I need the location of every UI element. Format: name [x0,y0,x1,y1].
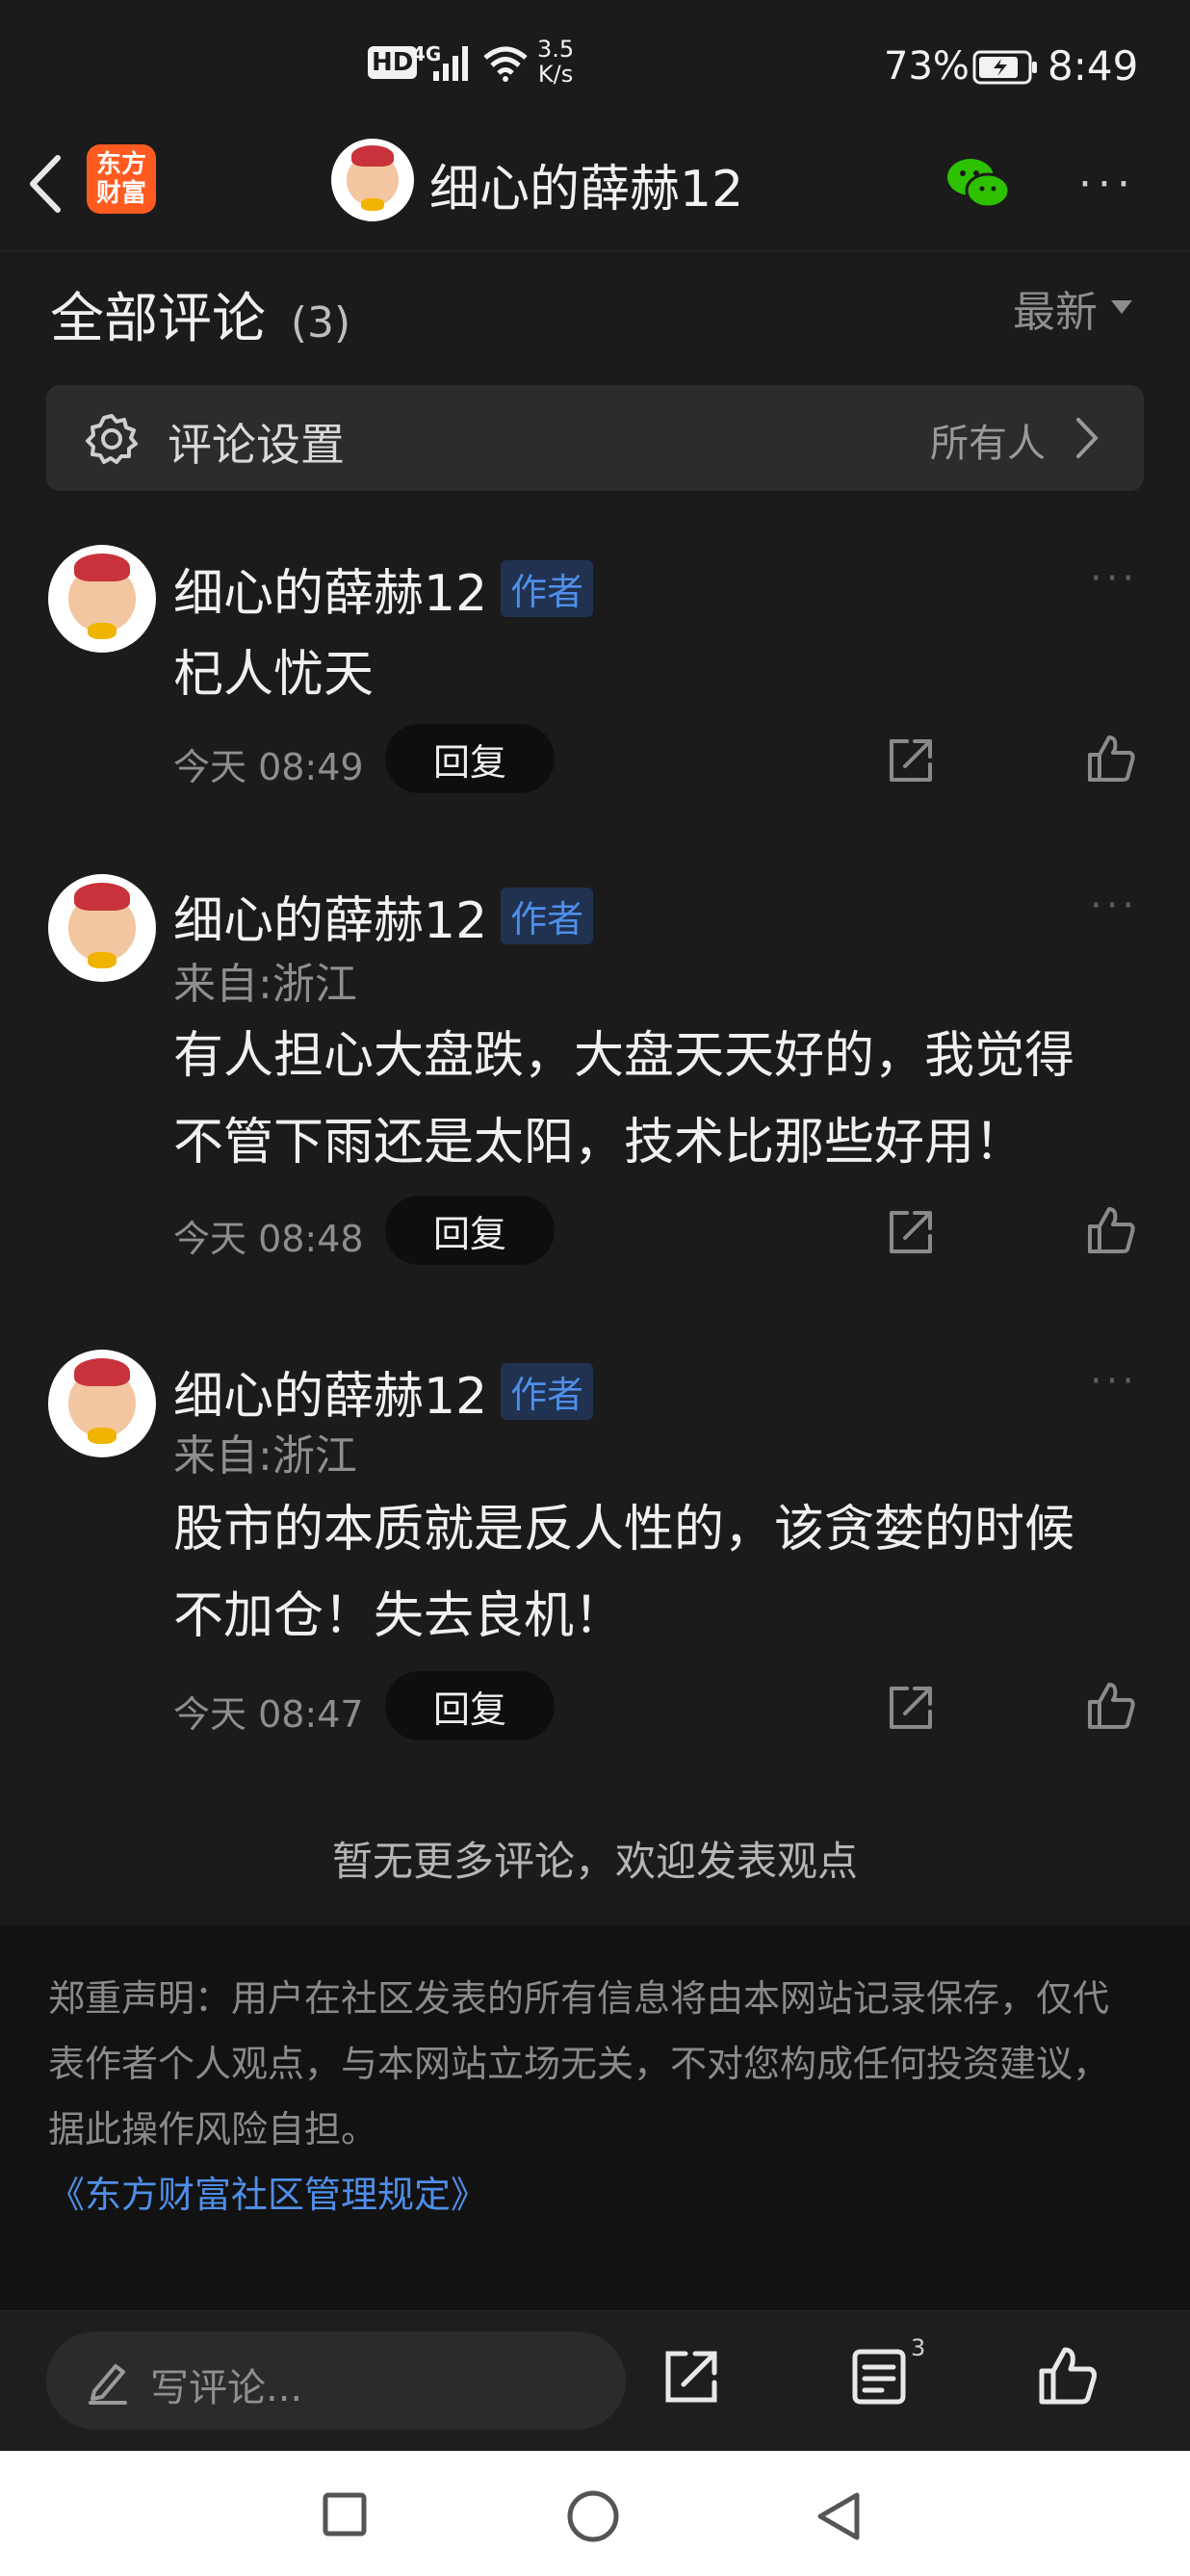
top-nav-bar: 东方 财富 细心的薛赫12 ··· [0,125,1190,251]
comment-time: 今天 08:48 [173,1218,364,1260]
comment-item: 细心的薛赫12 作者 ··· 杞人忧天 今天 08:49 回复 [0,539,1190,828]
wechat-icon[interactable] [944,154,1013,212]
comments-heading-label: 全部评论 [50,288,266,350]
reply-button[interactable]: 回复 [385,724,555,793]
comments-count: (3) [290,298,351,348]
speed-value: 3.5 [537,36,575,63]
comment-text-line: 不加仓！失去良机！ [173,1587,625,1645]
battery-percent: 73% [884,44,970,89]
settings-value: 所有人 [930,422,1046,466]
comment-item: 细心的薛赫12 作者 ··· 来自:浙江 有人担心大盘跌，大盘天天好的，我觉得 … [0,868,1190,1273]
sort-dropdown[interactable]: 最新 [1013,277,1132,339]
pencil-icon [89,2364,127,2405]
share-icon[interactable] [660,2346,722,2408]
share-icon[interactable] [886,1681,938,1733]
page-title: 细心的薛赫12 [429,161,744,219]
disclaimer-text: 郑重声明：用户在社区发表的所有信息将由本网站记录保存，仅代 表作者个人观点，与本… [48,1966,1109,2228]
comments-list-icon[interactable] [851,2348,909,2408]
comment-settings-bar[interactable]: 评论设置 所有人 [46,385,1144,491]
gear-icon [86,414,138,464]
avatar[interactable] [48,1350,156,1457]
home-square-icon[interactable] [322,2491,368,2537]
comment-text: 股市的本质就是反人性的，该贪婪的时候 不加仓！失去良机！ [173,1486,1074,1660]
clock: 8:49 [1048,42,1139,90]
battery-icon [972,50,1037,85]
app-logo-line1: 东方 [95,150,146,179]
author-tag: 作者 [501,1363,594,1420]
comment-time: 今天 08:47 [173,1693,364,1736]
speed-unit: K/s [537,61,574,88]
wifi-icon [483,46,528,82]
comment-more-icon[interactable]: ··· [1090,1359,1138,1404]
comment-text: 杞人忧天 [173,646,375,704]
back-triangle-icon[interactable] [815,2489,865,2543]
share-icon[interactable] [886,1205,938,1257]
comment-count-badge: 3 [911,2334,926,2361]
hd-indicator: HD [368,46,418,79]
comment-time: 今天 08:49 [173,746,364,788]
disclaimer-line: 表作者个人观点，与本网站立场无关，不对您构成任何投资建议， [48,2043,1110,2085]
sort-label: 最新 [1013,288,1098,337]
more-icon[interactable]: ··· [1078,160,1136,209]
signal-icon [433,46,468,81]
comment-author[interactable]: 细心的薛赫12 [173,553,487,625]
sort-dropdown-icon [1111,300,1132,314]
chevron-right-icon [1076,418,1099,458]
like-icon[interactable] [1036,2344,1099,2408]
comment-author[interactable]: 细心的薛赫12 [173,1355,487,1428]
author-tag: 作者 [501,560,594,617]
system-nav-bar [0,2451,1190,2576]
comment-author[interactable]: 细心的薛赫12 [173,880,487,952]
back-arrow-icon[interactable] [21,150,69,218]
header-avatar[interactable] [331,139,414,221]
settings-label: 评论设置 [168,419,345,471]
comment-more-icon[interactable]: ··· [1090,884,1138,928]
share-icon[interactable] [886,734,938,786]
comment-input-placeholder: 写评论... [150,2366,303,2410]
comment-more-icon[interactable]: ··· [1090,556,1138,601]
reply-button[interactable]: 回复 [385,1671,555,1740]
comment-text: 有人担心大盘跌，大盘天天好的，我觉得 不管下雨还是太阳，技术比那些好用！ [173,1013,1074,1186]
comment-location: 来自:浙江 [173,1431,357,1481]
app-logo-line2: 财富 [95,179,146,208]
app-logo[interactable]: 东方 财富 [87,144,156,214]
network-speed: 3.5 K/s [537,37,574,87]
community-rules-link[interactable]: 《东方财富社区管理规定》 [48,2162,1109,2228]
avatar[interactable] [48,874,156,982]
comment-text-line: 有人担心大盘跌，大盘天天好的，我觉得 [173,1027,1075,1085]
disclaimer-line: 据此操作风险自担。 [48,2108,378,2151]
like-icon[interactable] [1084,1679,1138,1733]
status-bar: HD 4G 3.5 K/s 73% 8:49 [0,0,1190,125]
disclaimer-section: 郑重声明：用户在社区发表的所有信息将由本网站记录保存，仅代 表作者个人观点，与本… [0,1925,1190,2310]
comments-heading: 全部评论 (3) [50,275,350,353]
reply-button[interactable]: 回复 [385,1196,555,1265]
like-icon[interactable] [1084,732,1138,786]
comment-text-line: 股市的本质就是反人性的，该贪婪的时候 [173,1501,1075,1558]
comment-item: 细心的薛赫12 作者 ··· 来自:浙江 股市的本质就是反人性的，该贪婪的时候 … [0,1344,1190,1748]
comment-location: 来自:浙江 [173,960,357,1009]
disclaimer-line: 郑重声明：用户在社区发表的所有信息将由本网站记录保存，仅代 [48,1977,1110,2020]
like-icon[interactable] [1084,1203,1138,1257]
no-more-comments: 暂无更多评论，欢迎发表观点 [331,1838,858,1885]
comment-input[interactable]: 写评论... [46,2331,626,2430]
avatar[interactable] [48,545,156,653]
author-tag: 作者 [501,888,594,944]
home-circle-icon[interactable] [566,2489,620,2543]
comment-text-line: 不管下雨还是太阳，技术比那些好用！ [173,1114,1025,1172]
